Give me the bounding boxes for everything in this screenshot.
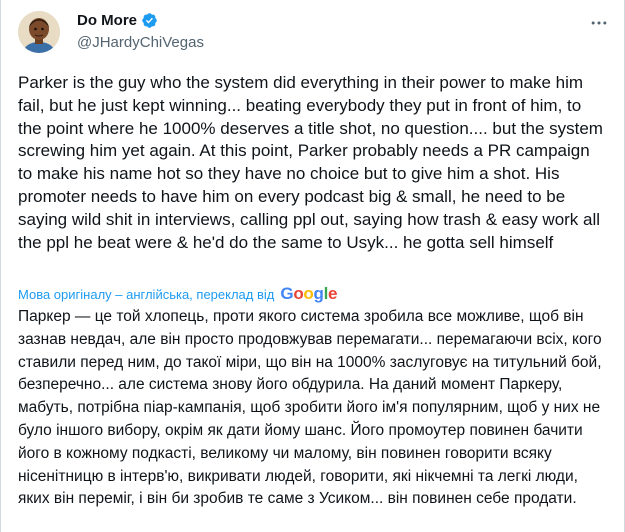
author-name-row: Do More [77,12,158,29]
author-handle[interactable]: @JHardyChiVegas [77,34,204,51]
verified-badge-icon [142,13,157,28]
translated-text: Паркер — це той хлопець, проти якого сис… [18,308,602,508]
author-display-name[interactable]: Do More [77,12,137,29]
cartoon-avatar-icon [18,11,60,53]
avatar[interactable] [18,11,60,53]
more-options-button[interactable] [588,12,610,34]
tweet-card: Do More @JHardyChiVegas Parker is the gu… [0,0,625,532]
more-options-icon [591,21,607,25]
translation-attribution[interactable]: Мова оригіналу – англійська, переклад ві… [18,284,337,304]
google-logo: Google [280,284,337,304]
tweet-text: Parker is the guy who the system did eve… [18,73,603,252]
google-logo-text: Google [280,284,338,303]
translation-label[interactable]: Мова оригіналу – англійська, переклад ві… [18,287,274,302]
